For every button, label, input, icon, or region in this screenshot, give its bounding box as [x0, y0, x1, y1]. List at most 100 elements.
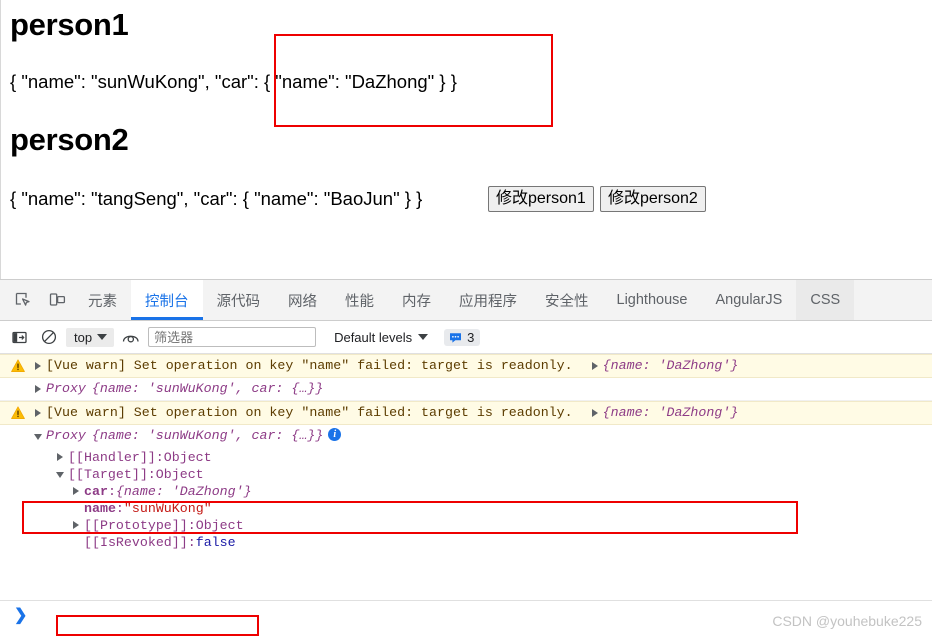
modify-person2-button[interactable]: 修改person2: [600, 186, 706, 213]
proxy-preview: {name: 'sunWuKong', car: {…}}: [91, 428, 324, 443]
tree-key: [[Target]]: [68, 467, 148, 482]
warning-object-preview: {name: 'DaZhong'}: [602, 405, 739, 420]
expand-arrow-icon[interactable]: [68, 517, 84, 529]
tab-memory[interactable]: 内存: [388, 280, 445, 320]
tab-label: 元素: [88, 293, 117, 310]
proxy-preview: {name: 'sunWuKong', car: {…}}: [91, 381, 324, 396]
console-log-row[interactable]: Proxy {name: 'sunWuKong', car: {…}}: [0, 378, 932, 401]
console-filter-input[interactable]: [148, 327, 317, 347]
tab-label: 控制台: [145, 293, 189, 310]
chevron-down-icon: [97, 334, 108, 340]
object-tree: [[Handler]] : Object [[Target]] : Object…: [0, 447, 932, 551]
tab-label: 性能: [345, 293, 374, 310]
log-levels-selector[interactable]: Default levels: [334, 330, 429, 345]
tree-row[interactable]: [[Target]] : Object: [0, 466, 932, 483]
devtools-panel: 元素 控制台 源代码 网络 性能 内存 应用程序 安全性 Lighthouse …: [0, 279, 932, 639]
tree-key: [[Handler]]: [68, 450, 156, 465]
warning-icon: [11, 406, 25, 419]
tab-performance[interactable]: 性能: [331, 280, 388, 320]
tab-label: AngularJS: [715, 292, 783, 308]
tree-sep: :: [155, 450, 164, 465]
expand-arrow-icon[interactable]: [68, 483, 84, 495]
console-sidebar-icon[interactable]: [6, 325, 32, 349]
tab-security[interactable]: 安全性: [531, 280, 603, 320]
prompt-caret-icon: ❯: [14, 607, 28, 624]
tree-value: Object: [195, 518, 244, 533]
expand-arrow-icon[interactable]: [587, 358, 603, 370]
tab-console[interactable]: 控制台: [131, 280, 203, 320]
tab-application[interactable]: 应用程序: [445, 280, 531, 320]
console-log-row-expanded[interactable]: Proxy {name: 'sunWuKong', car: {…}} i: [0, 425, 932, 447]
proxy-label: Proxy: [46, 381, 86, 396]
person1-json-text: { "name": "sunWuKong", "car": { "name": …: [10, 71, 457, 92]
tree-sep: :: [187, 518, 196, 533]
tree-row[interactable]: [[Prototype]] : Object: [0, 517, 932, 534]
tree-sep: :: [187, 535, 196, 550]
tab-label: 应用程序: [459, 293, 517, 310]
tree-key: car: [84, 484, 108, 499]
tab-network[interactable]: 网络: [274, 280, 331, 320]
tree-value: false: [195, 535, 236, 550]
tree-value: {name: 'DaZhong'}: [115, 484, 252, 499]
console-prompt-row[interactable]: ❯ CSDN @youhebuke225: [0, 600, 932, 639]
expand-arrow-icon[interactable]: [587, 405, 603, 417]
tab-lighthouse[interactable]: Lighthouse: [603, 280, 702, 320]
warning-message-text: [Vue warn] Set operation on key "name" f…: [46, 405, 573, 420]
tab-sources[interactable]: 源代码: [203, 280, 275, 320]
expand-arrow-icon[interactable]: [30, 405, 46, 417]
tree-row[interactable]: [[Handler]] : Object: [0, 449, 932, 466]
tab-css[interactable]: CSS: [796, 280, 855, 320]
tree-key: [[Prototype]]: [84, 518, 188, 533]
clear-console-icon[interactable]: [36, 325, 62, 349]
warning-message-text: [Vue warn] Set operation on key "name" f…: [46, 358, 573, 373]
tree-sep: :: [107, 484, 116, 499]
tab-label: 安全性: [545, 293, 589, 310]
web-page-viewport: person1 { "name": "sunWuKong", "car": { …: [0, 0, 932, 279]
live-expression-icon[interactable]: [118, 325, 144, 349]
message-count-value: 3: [467, 329, 475, 345]
expand-arrow-icon[interactable]: [30, 358, 46, 370]
info-icon[interactable]: i: [328, 428, 342, 441]
console-toolbar: top Default levels 3: [0, 321, 932, 354]
tree-value: Object: [155, 467, 204, 482]
person2-json-text: { "name": "tangSeng", "car": { "name": "…: [10, 188, 423, 209]
execution-context-selector[interactable]: top: [66, 327, 115, 347]
warning-object-preview: {name: 'DaZhong'}: [602, 358, 739, 373]
chevron-down-icon: [418, 334, 429, 340]
device-toolbar-icon[interactable]: [40, 280, 74, 320]
tree-key: name: [84, 501, 116, 516]
message-bubble-icon: [450, 332, 462, 343]
tree-row[interactable]: car : {name: 'DaZhong'}: [0, 483, 932, 500]
tree-row[interactable]: [[IsRevoked]] : false: [0, 534, 932, 551]
message-count-badge[interactable]: 3: [444, 328, 481, 346]
expand-arrow-icon[interactable]: [30, 381, 46, 393]
tab-label: CSS: [810, 292, 841, 308]
page-subtitle: person2: [10, 122, 129, 157]
tree-sep: :: [115, 501, 124, 516]
inspect-element-icon[interactable]: [6, 280, 40, 320]
modify-person1-button[interactable]: 修改person1: [488, 186, 594, 213]
tree-value: Object: [163, 450, 212, 465]
tab-label: Lighthouse: [616, 292, 688, 308]
watermark-text: CSDN @youhebuke225: [772, 613, 922, 629]
tab-angularjs[interactable]: AngularJS: [701, 280, 796, 320]
execution-context-value: top: [74, 329, 93, 345]
tab-label: 网络: [288, 293, 317, 310]
collapse-arrow-icon[interactable]: [30, 428, 46, 440]
page-title: person1: [10, 7, 129, 42]
proxy-label: Proxy: [46, 428, 86, 443]
devtools-tab-bar: 元素 控制台 源代码 网络 性能 内存 应用程序 安全性 Lighthouse …: [0, 280, 932, 321]
tab-label: 内存: [402, 293, 431, 310]
expand-arrow-icon[interactable]: [52, 449, 68, 461]
tab-elements[interactable]: 元素: [74, 280, 131, 320]
tree-value: "sunWuKong": [123, 501, 212, 516]
tree-key: [[IsRevoked]]: [84, 535, 188, 550]
warning-icon: [11, 359, 25, 372]
tab-label: 源代码: [216, 293, 261, 310]
tree-sep: :: [147, 467, 156, 482]
console-output: [Vue warn] Set operation on key "name" f…: [0, 354, 932, 636]
console-warning-row-highlighted[interactable]: [Vue warn] Set operation on key "name" f…: [0, 401, 932, 425]
tree-row[interactable]: name : "sunWuKong": [0, 500, 932, 517]
console-warning-row[interactable]: [Vue warn] Set operation on key "name" f…: [0, 354, 932, 378]
collapse-arrow-icon[interactable]: [52, 466, 68, 478]
